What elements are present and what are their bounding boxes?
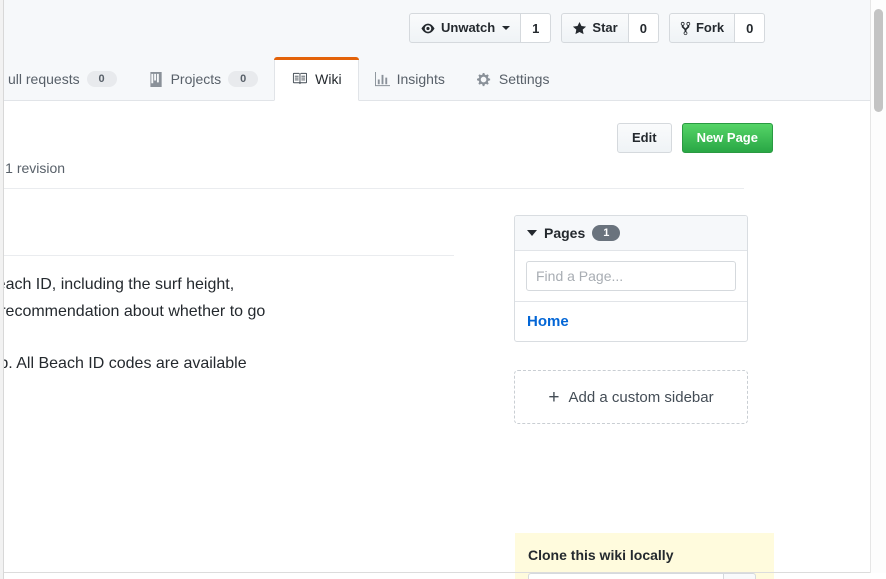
content-divider [4,188,744,189]
tab-pull-requests-label: ull requests [8,71,80,87]
pages-count-badge: 1 [592,225,621,241]
unwatch-button-group[interactable]: Unwatch 1 [409,13,552,43]
pages-panel: Pages 1 Home [514,215,748,342]
watch-count[interactable]: 1 [521,13,552,43]
find-a-page-input[interactable] [526,261,736,291]
clone-url-input[interactable] [528,573,723,579]
pages-panel-header[interactable]: Pages 1 [515,216,747,251]
unwatch-button[interactable]: Unwatch [409,13,522,43]
edit-button[interactable]: Edit [617,123,672,153]
repo-actions-group: Unwatch 1 Star 0 Fork 0 [409,13,766,43]
tab-insights-label: Insights [396,71,445,87]
scrollbar-thumb[interactable] [874,9,883,112]
add-custom-sidebar-label: Add a custom sidebar [568,388,714,406]
unwatch-label: Unwatch [441,20,496,35]
repo-tab-nav: ull requests 0 Projects 0 Wiki Insights … [8,57,565,101]
browser-viewport: Unwatch 1 Star 0 Fork 0 ull requests 0 P… [0,0,886,579]
tab-settings[interactable]: Settings [461,57,566,101]
copy-to-clipboard-button[interactable] [723,573,756,579]
wiki-paragraph-1-line-1: g conditions at a specific beach ID, inc… [0,276,235,293]
window-left-edge [0,0,4,579]
add-custom-sidebar-button[interactable]: + Add a custom sidebar [514,370,748,424]
book-icon [291,71,308,86]
fork-button-group[interactable]: Fork 0 [668,13,766,43]
new-page-button[interactable]: New Page [681,123,773,153]
graph-icon [374,71,390,87]
project-board-icon [149,71,164,87]
repo-header: Unwatch 1 Star 0 Fork 0 ull requests 0 P… [4,0,870,101]
tab-wiki[interactable]: Wiki [274,57,360,101]
wiki-paragraph-1-line-2: e. Also provides an overall recommendati… [0,302,266,320]
triangle-down-icon [527,230,537,236]
tab-projects-label: Projects [170,71,222,87]
tab-projects-count: 0 [228,71,259,87]
tab-insights[interactable]: Insights [359,57,461,101]
eye-icon [420,22,436,35]
chevron-down-icon [502,26,511,30]
clone-url-row [528,573,756,579]
pages-title: Pages [544,225,586,241]
gear-icon [476,72,492,87]
wiki-sidebar: Pages 1 Home + Add a custom sidebar Clon… [514,215,774,579]
clone-panel-title: Clone this wiki locally [528,547,674,563]
fork-label: Fork [695,20,725,35]
tab-pull-requests[interactable]: ull requests 0 [8,57,133,101]
wiki-body: chId} g conditions at a specific beach I… [0,206,454,376]
wiki-paragraph-2: e beach you want to look up. All Beach I… [0,354,247,372]
page-title: chId} [0,206,454,256]
pages-search-row [515,251,747,302]
page-link-home[interactable]: Home [515,302,747,341]
wiki-content-area: Edit New Page ute ago · 1 revision chId}… [0,102,870,579]
fork-button[interactable]: Fork [668,13,736,43]
tab-wiki-label: Wiki [315,70,342,87]
star-icon [572,21,587,36]
fork-count[interactable]: 0 [735,13,766,43]
fork-icon [680,21,691,36]
tab-pull-requests-count: 0 [86,71,117,87]
star-label: Star [592,20,618,35]
page-bottom-border [3,572,870,573]
vertical-scrollbar[interactable] [870,0,886,573]
wiki-action-buttons: Edit New Page [617,123,773,153]
star-button-group[interactable]: Star 0 [561,13,659,43]
star-count[interactable]: 0 [628,13,659,43]
revision-meta: ute ago · 1 revision [0,160,66,176]
tab-projects[interactable]: Projects 0 [133,57,275,101]
plus-icon: + [548,386,560,408]
star-button[interactable]: Star [561,13,629,43]
tab-settings-label: Settings [498,71,550,87]
